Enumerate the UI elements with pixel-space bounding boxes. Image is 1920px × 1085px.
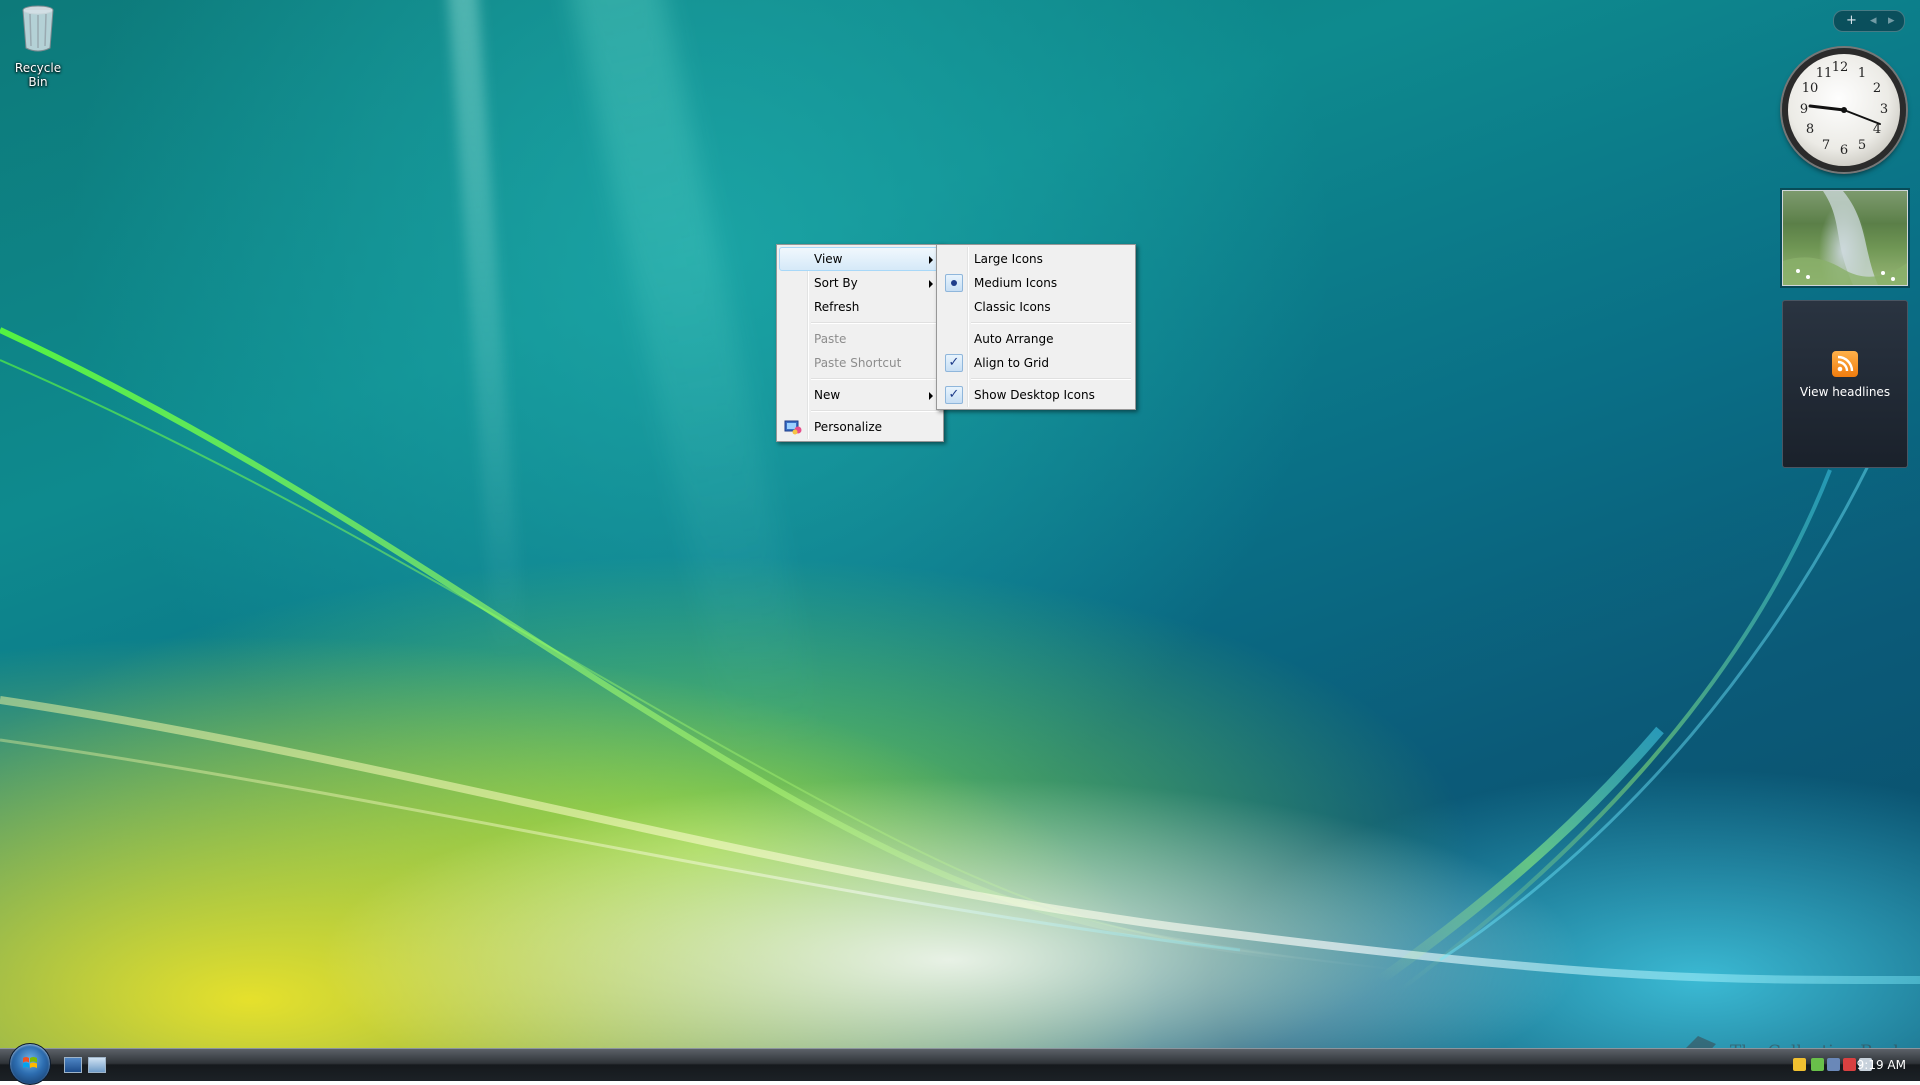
- desktop-context-menu: View Sort By Refresh Paste Paste Shortcu…: [776, 244, 944, 442]
- menu-item-label: Medium Icons: [974, 276, 1058, 290]
- view-submenu: Large Icons Medium Icons Classic Icons A…: [936, 244, 1136, 410]
- menu-item-label: Large Icons: [974, 252, 1043, 266]
- menu-separator: [811, 378, 939, 380]
- network-status-icon[interactable]: [1811, 1058, 1824, 1071]
- desktop[interactable]: [0, 0, 1920, 1048]
- clock-hands: [1808, 104, 1881, 125]
- action-center-icon[interactable]: [1843, 1058, 1856, 1071]
- view-headlines-link[interactable]: View headlines: [1783, 385, 1907, 399]
- menu-item-new[interactable]: New: [779, 383, 941, 407]
- menu-item-view[interactable]: View: [779, 247, 941, 271]
- feed-headlines-gadget[interactable]: View headlines: [1782, 300, 1908, 468]
- landscape-photo: [1783, 191, 1907, 285]
- taskbar: 9:19 AM: [0, 1043, 1920, 1085]
- security-shield-icon[interactable]: [1793, 1058, 1806, 1071]
- submenu-arrow-icon: [929, 280, 933, 288]
- personalize-icon: [784, 420, 802, 435]
- radio-selected-icon: [945, 274, 963, 292]
- menu-separator: [811, 322, 939, 324]
- switch-windows-button[interactable]: [88, 1057, 106, 1073]
- menu-item-label: Paste: [814, 332, 847, 346]
- slideshow-gadget[interactable]: [1782, 190, 1908, 286]
- submenu-arrow-icon: [929, 256, 933, 264]
- previous-gadget-page-button[interactable]: ◂: [1870, 11, 1877, 30]
- rss-feed-icon: [1832, 351, 1858, 377]
- add-gadget-button[interactable]: +: [1846, 11, 1857, 30]
- recycle-bin-shortcut[interactable]: Recycle Bin: [4, 2, 72, 89]
- menu-item-label: Classic Icons: [974, 300, 1051, 314]
- taskbar-clock[interactable]: 9:19 AM: [1857, 1049, 1906, 1081]
- menu-separator: [971, 378, 1131, 380]
- wallpaper-waves: [0, 327, 1920, 992]
- menu-item-paste[interactable]: Paste: [779, 327, 941, 351]
- windows-logo-icon: [23, 1057, 37, 1068]
- next-gadget-page-button[interactable]: ▸: [1888, 11, 1895, 30]
- menu-item-label: Paste Shortcut: [814, 356, 902, 370]
- menu-item-show-desktop-icons[interactable]: ✓ Show Desktop Icons: [939, 383, 1133, 407]
- menu-item-medium-icons[interactable]: Medium Icons: [939, 271, 1133, 295]
- show-desktop-button[interactable]: [64, 1057, 82, 1073]
- menu-item-label: Sort By: [814, 276, 858, 290]
- checkmark-icon: ✓: [945, 386, 963, 404]
- menu-item-large-icons[interactable]: Large Icons: [939, 247, 1133, 271]
- menu-item-label: Refresh: [814, 300, 860, 314]
- start-button[interactable]: [9, 1043, 51, 1085]
- menu-separator: [811, 410, 939, 412]
- menu-item-sort-by[interactable]: Sort By: [779, 271, 941, 295]
- network-icon[interactable]: [1827, 1058, 1840, 1071]
- recycle-bin-icon: [22, 5, 54, 52]
- menu-item-label: View: [814, 252, 843, 266]
- recycle-bin-label: Recycle Bin: [14, 61, 62, 89]
- menu-separator: [971, 322, 1131, 324]
- menu-item-classic-icons[interactable]: Classic Icons: [939, 295, 1133, 319]
- menu-item-label: Personalize: [814, 420, 883, 434]
- clock-gadget[interactable]: 12 1 2 3 4 5 6 7 8 9 10 11: [1782, 48, 1906, 172]
- menu-item-align-to-grid[interactable]: ✓ Align to Grid: [939, 351, 1133, 375]
- menu-item-label: Auto Arrange: [974, 332, 1054, 346]
- checkmark-icon: ✓: [945, 354, 963, 372]
- menu-item-refresh[interactable]: Refresh: [779, 295, 941, 319]
- menu-item-label: Align to Grid: [974, 356, 1049, 370]
- menu-item-label: New: [814, 388, 841, 402]
- menu-item-auto-arrange[interactable]: Auto Arrange: [939, 327, 1133, 351]
- sidebar-controls: + ◂ ▸: [1833, 10, 1905, 32]
- menu-item-personalize[interactable]: Personalize: [779, 415, 941, 439]
- menu-item-paste-shortcut[interactable]: Paste Shortcut: [779, 351, 941, 375]
- submenu-arrow-icon: [929, 392, 933, 400]
- menu-item-label: Show Desktop Icons: [974, 388, 1095, 402]
